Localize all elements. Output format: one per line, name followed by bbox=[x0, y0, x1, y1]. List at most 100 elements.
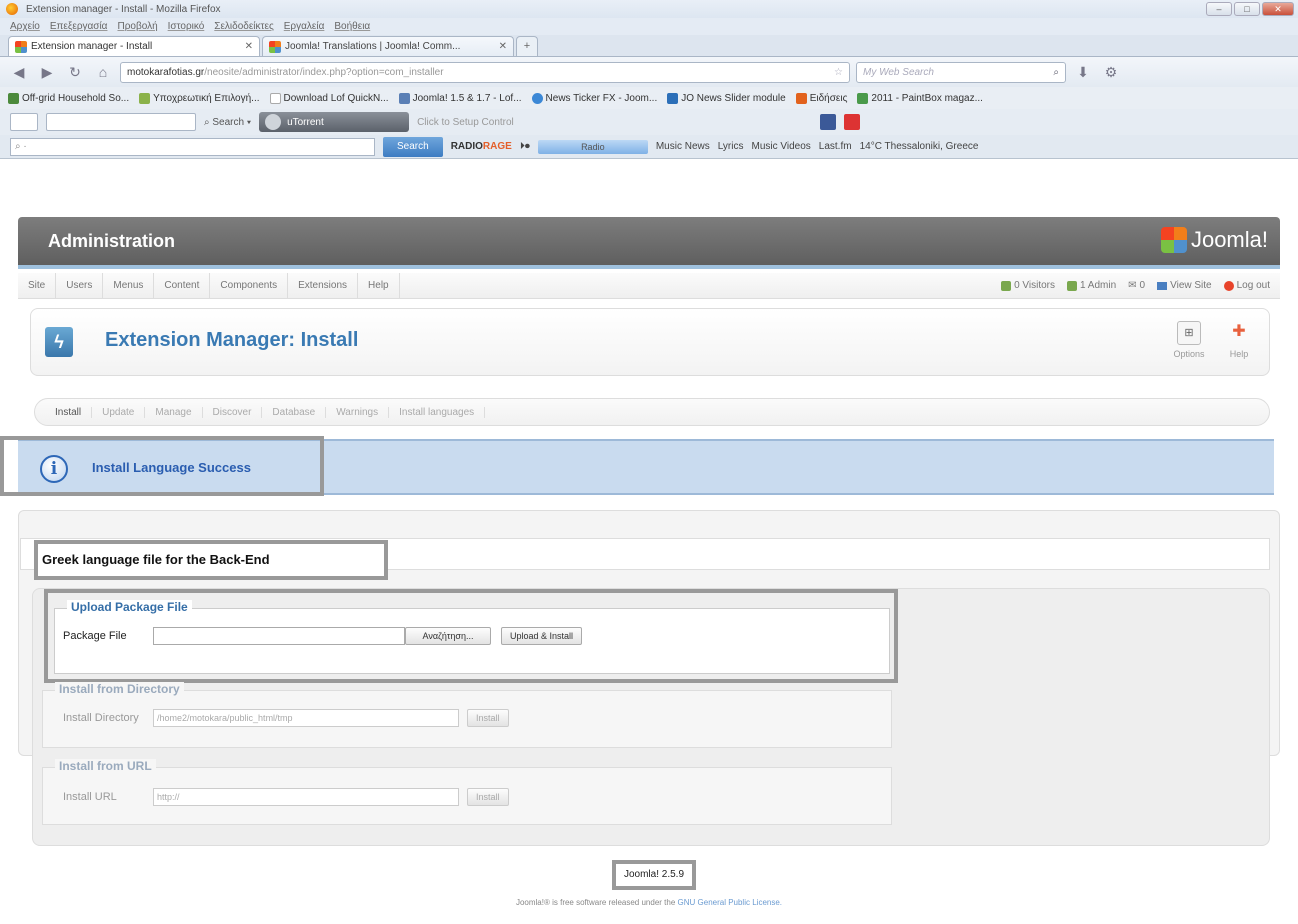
url-host: motokarafotias.gr bbox=[127, 66, 205, 78]
utorrent-button[interactable]: uTorrent bbox=[259, 112, 410, 132]
toolbar-search-button[interactable]: ⌕ Search ▾ bbox=[204, 117, 251, 128]
bookmark-item[interactable]: Ειδήσεις bbox=[795, 92, 847, 104]
options-button[interactable]: ⊞ Options bbox=[1167, 321, 1211, 365]
home-icon[interactable]: ⌂ bbox=[92, 64, 114, 80]
visitors-label: 0 Visitors bbox=[1014, 280, 1056, 291]
setup-control-text[interactable]: Click to Setup Control bbox=[417, 117, 514, 128]
menu-bookmarks[interactable]: Σελιδοδείκτες bbox=[214, 21, 273, 32]
result-title: Greek language file for the Back-End bbox=[34, 540, 388, 580]
toolbar-search-label: Search bbox=[212, 116, 245, 128]
toolbar-dropdown[interactable] bbox=[46, 113, 196, 131]
bookmark-favicon-icon bbox=[8, 92, 19, 104]
bookmark-item[interactable]: Off-grid Household So... bbox=[8, 92, 129, 104]
maximize-button[interactable]: □ bbox=[1234, 2, 1260, 16]
bookmark-item[interactable]: Joomla! 1.5 & 1.7 - Lof... bbox=[398, 92, 522, 104]
page-toolbar: ϟ Extension Manager: Install ⊞ Options ✚… bbox=[30, 308, 1270, 376]
toolbar-link[interactable]: Music News bbox=[656, 141, 710, 152]
tab-close-icon[interactable]: ✕ bbox=[499, 41, 507, 52]
browser-tab-joomla-translations[interactable]: Joomla! Translations | Joomla! Comm... ✕ bbox=[262, 36, 514, 56]
admin-menu-menus[interactable]: Menus bbox=[103, 272, 155, 299]
admin-menu-content[interactable]: Content bbox=[154, 272, 211, 299]
menu-view[interactable]: Προβολή bbox=[117, 21, 157, 32]
messages-count: 0 bbox=[1139, 280, 1146, 291]
facebook-icon[interactable] bbox=[819, 114, 836, 130]
bookmark-item[interactable]: JO News Slider module bbox=[667, 92, 786, 104]
bookmark-label: JO News Slider module bbox=[681, 92, 786, 104]
reload-icon[interactable]: ↻ bbox=[64, 64, 86, 81]
visitors-icon bbox=[1001, 280, 1012, 291]
web-search-box[interactable]: My Web Search ⌕ bbox=[856, 61, 1066, 83]
subtab-update[interactable]: Update bbox=[92, 406, 146, 418]
menu-history[interactable]: Ιστορικό bbox=[168, 21, 205, 32]
minimize-button[interactable]: – bbox=[1206, 2, 1232, 16]
weather-text[interactable]: 14°C Thessaloniki, Greece bbox=[860, 141, 979, 152]
view-site-link[interactable]: View Site bbox=[1157, 280, 1212, 291]
toolbar-link[interactable]: Music Videos bbox=[751, 141, 810, 152]
play-icon[interactable] bbox=[843, 114, 860, 130]
help-button[interactable]: ✚ Help bbox=[1217, 321, 1261, 365]
install-directory-button[interactable]: Install bbox=[467, 709, 509, 727]
back-arrow-icon[interactable]: ◀ bbox=[8, 64, 30, 81]
url-path: /neosite/administrator/index.php?option=… bbox=[204, 66, 444, 78]
menu-edit[interactable]: Επεξεργασία bbox=[50, 21, 108, 32]
url-bar[interactable]: motokarafotias.gr /neosite/administrator… bbox=[120, 61, 850, 83]
menu-file[interactable]: Αρχείο bbox=[10, 21, 40, 32]
subtab-manage[interactable]: Manage bbox=[145, 406, 203, 418]
admin-menu-site[interactable]: Site bbox=[18, 272, 57, 299]
view-site-label: View Site bbox=[1170, 280, 1212, 291]
joomla-mark-icon bbox=[1160, 227, 1187, 253]
menu-help[interactable]: Βοήθεια bbox=[334, 21, 370, 32]
toolbar-search-input[interactable]: ⌕ · bbox=[10, 137, 375, 156]
help-icon: ✚ bbox=[1232, 323, 1246, 340]
subtab-database[interactable]: Database bbox=[262, 406, 327, 418]
new-tab-button[interactable]: + bbox=[516, 36, 538, 56]
toolbar-link[interactable]: Lyrics bbox=[718, 141, 744, 152]
admin-menu-components[interactable]: Components bbox=[210, 272, 289, 299]
admin-icon bbox=[1067, 280, 1078, 291]
bookmark-item[interactable]: 2011 - PaintBox magaz... bbox=[857, 92, 983, 104]
installer-subtabs: Install Update Manage Discover Database … bbox=[34, 398, 1270, 426]
gpl-license-link[interactable]: GNU General Public License. bbox=[678, 898, 783, 907]
search-icon[interactable]: ⌕ bbox=[1053, 67, 1059, 78]
toolbar-menu-button[interactable] bbox=[10, 113, 38, 131]
admin-menu-extensions[interactable]: Extensions bbox=[288, 272, 359, 299]
admin-menu: Site Users Menus Content Components Exte… bbox=[18, 272, 1280, 299]
bookmark-label: 2011 - PaintBox magaz... bbox=[871, 92, 983, 104]
install-directory-input[interactable]: /home2/motokara/public_html/tmp bbox=[153, 709, 459, 727]
messages-status[interactable]: ✉ 0 bbox=[1128, 280, 1145, 291]
bookmark-favicon-icon bbox=[857, 92, 869, 104]
install-url-label: Install URL bbox=[63, 791, 117, 803]
tab-close-icon[interactable]: ✕ bbox=[245, 41, 253, 52]
visitors-status: 0 Visitors bbox=[1001, 280, 1055, 291]
logout-link[interactable]: Log out bbox=[1223, 280, 1270, 291]
menu-tools[interactable]: Εργαλεία bbox=[284, 21, 325, 32]
forward-arrow-icon[interactable]: ▶ bbox=[36, 64, 58, 81]
subtab-warnings[interactable]: Warnings bbox=[326, 406, 390, 418]
addon-icon[interactable]: ⚙ bbox=[1100, 64, 1122, 81]
subtab-discover[interactable]: Discover bbox=[203, 406, 263, 418]
license-footer: Joomla!® is free software released under… bbox=[0, 898, 1298, 907]
download-icon[interactable]: ⬇ bbox=[1072, 64, 1094, 81]
install-directory-label: Install Directory bbox=[63, 712, 139, 724]
radio-select[interactable]: Radio bbox=[537, 139, 648, 154]
admin-menu-help[interactable]: Help bbox=[358, 272, 400, 299]
subtab-install[interactable]: Install bbox=[45, 406, 93, 418]
toolbar-search-submit[interactable]: Search bbox=[383, 136, 443, 157]
radiorage-a: RADIO bbox=[450, 141, 483, 152]
close-window-button[interactable]: ✕ bbox=[1262, 2, 1294, 16]
browser-tab-extension-manager[interactable]: Extension manager - Install ✕ bbox=[8, 36, 260, 56]
radiorage-logo: RADIORAGE bbox=[451, 141, 512, 152]
bookmark-item[interactable]: News Ticker FX - Joom... bbox=[531, 92, 657, 104]
subtab-install-languages[interactable]: Install languages bbox=[389, 406, 486, 418]
joomla-version: Joomla! 2.5.9 bbox=[612, 860, 696, 890]
install-directory-fieldset: Install from Directory Install Directory… bbox=[42, 682, 892, 748]
search-placeholder: My Web Search bbox=[863, 66, 934, 78]
toolbar-link[interactable]: Last.fm bbox=[819, 141, 852, 152]
bookmark-item[interactable]: Download Lof QuickN... bbox=[269, 92, 389, 104]
bookmark-item[interactable]: Υποχρεωτική Επιλογή... bbox=[139, 92, 260, 104]
install-url-input[interactable]: http:// bbox=[153, 788, 459, 806]
radio-play-icon[interactable]: ⏵⏺ bbox=[520, 141, 530, 152]
admin-menu-users[interactable]: Users bbox=[56, 272, 104, 299]
install-url-button[interactable]: Install bbox=[467, 788, 509, 806]
bookmark-star-icon[interactable]: ☆ bbox=[834, 67, 843, 78]
